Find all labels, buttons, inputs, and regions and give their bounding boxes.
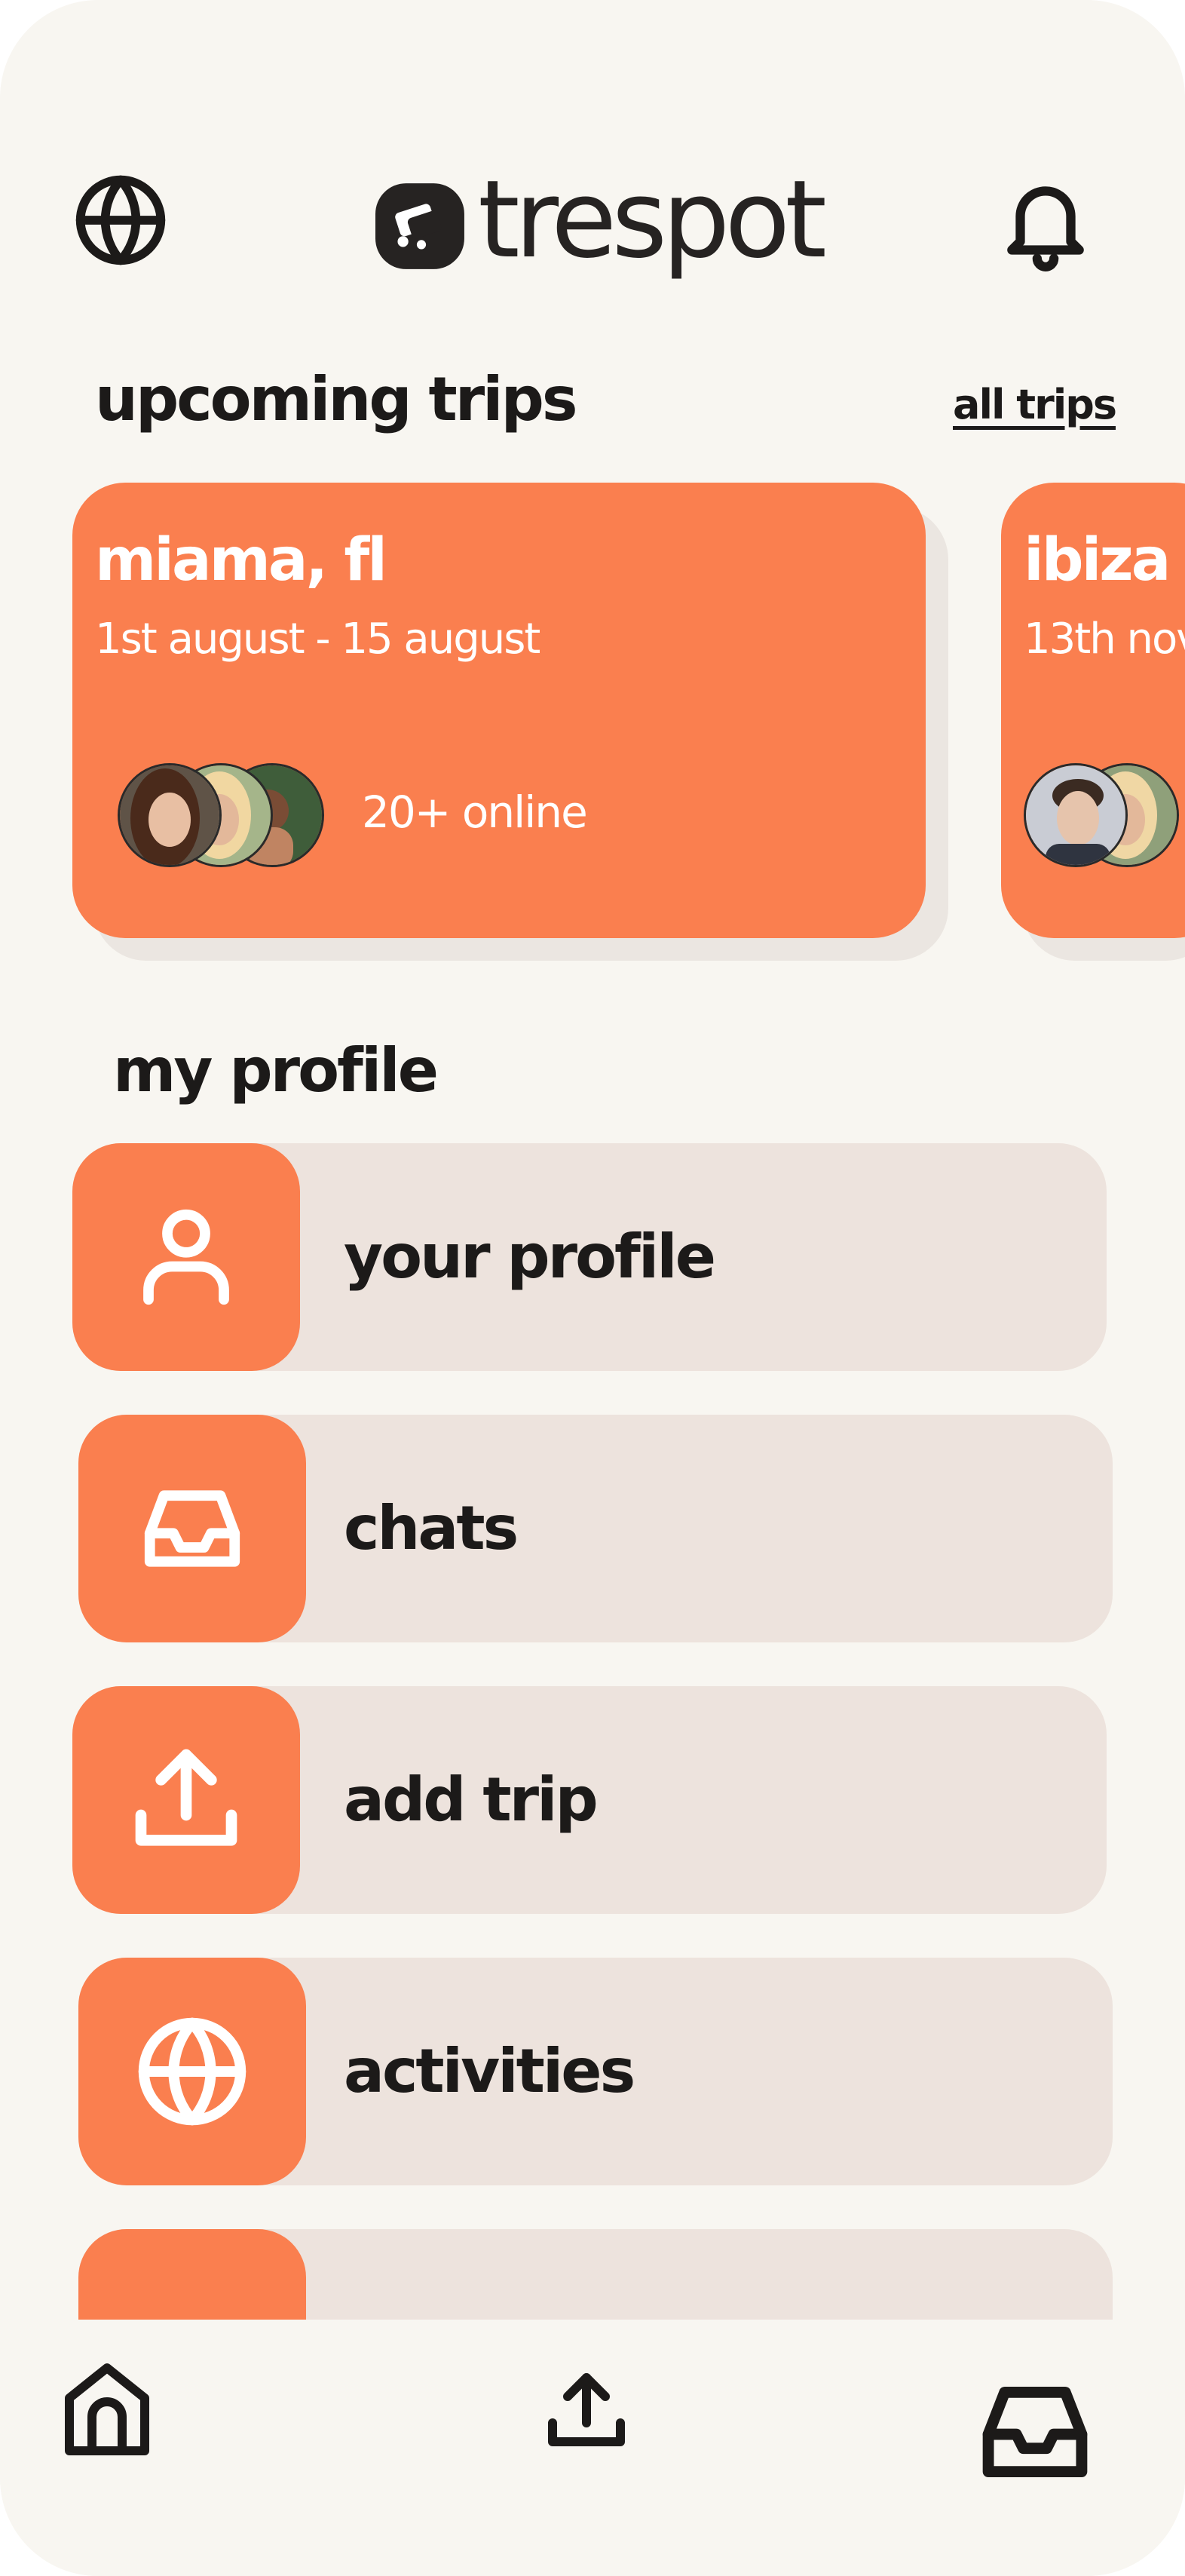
globe-icon [138,2017,246,2126]
upcoming-trips-title: upcoming trips [95,364,577,434]
menu-label: chats [344,1493,519,1563]
avatar [1024,763,1128,867]
trip-online-count: 20+ online [362,787,588,838]
trip-dates: 13th nov [1024,615,1185,664]
bell-icon [1007,186,1084,271]
nav-upload-button[interactable] [541,2366,632,2457]
nav-home-button[interactable] [62,2359,152,2460]
my-profile-title: my profile [113,1035,439,1106]
menu-item-your-profile[interactable]: your profile [72,1143,1107,1371]
globe-icon [75,175,166,265]
trip-city: ibiza [1024,526,1171,594]
upload-icon [135,1749,237,1846]
inbox-icon [982,2386,1088,2478]
menu-icon-box [72,1143,300,1371]
logo-mark-icon [375,183,464,269]
app-logo: trespot [375,158,827,287]
menu-label: activities [344,2036,635,2106]
home-icon [65,2363,149,2455]
menu-icon-box [78,1415,306,1642]
avatar [118,763,222,867]
trip-city: miama, fl [95,526,387,594]
menu-icon-box [72,1686,300,1914]
language-globe-button[interactable] [72,172,169,268]
menu-item-chats[interactable]: chats [78,1415,1113,1642]
trip-card-miami[interactable]: miama, fl 1st august - 15 august 20+ onl… [72,483,926,938]
menu-item-activities[interactable]: activities [78,1958,1113,2185]
upload-icon [548,2373,625,2446]
menu-item-add-trip[interactable]: add trip [72,1686,1107,1914]
user-icon [143,1209,229,1305]
menu-label: add trip [344,1765,599,1835]
notifications-button[interactable] [995,172,1096,278]
app-screen: trespot upcoming trips all trips miama, … [0,0,1185,2576]
menu-label: your profile [344,1222,716,1292]
nav-inbox-button[interactable] [978,2383,1092,2481]
inbox-icon [144,1490,240,1567]
trip-dates: 1st august - 15 august [95,615,540,664]
menu-icon-box [78,1958,306,2185]
app-name: trespot [478,158,827,282]
all-trips-link[interactable]: all trips [953,385,1117,425]
trip-card-ibiza[interactable]: ibiza 13th nov [1001,483,1185,938]
